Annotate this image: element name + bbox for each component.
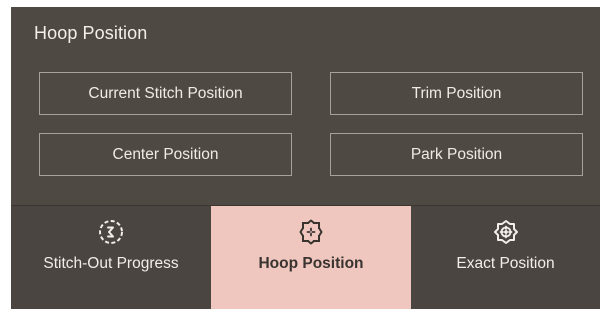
hoop-position-panel: Hoop Position Current Stitch Position Tr… xyxy=(11,7,600,309)
current-stitch-position-button[interactable]: Current Stitch Position xyxy=(39,72,292,115)
tab-label: Exact Position xyxy=(456,255,555,272)
tab-hoop-position[interactable]: Hoop Position xyxy=(211,206,411,309)
exact-position-icon xyxy=(493,220,518,244)
tab-stitch-out-progress[interactable]: Stitch-Out Progress xyxy=(11,206,211,309)
panel-title: Hoop Position xyxy=(34,23,148,43)
bottom-tab-bar: Stitch-Out Progress Hoop Position Exact … xyxy=(11,205,600,309)
trim-position-button[interactable]: Trim Position xyxy=(330,72,583,115)
center-position-button[interactable]: Center Position xyxy=(39,133,292,176)
tab-label: Stitch-Out Progress xyxy=(43,255,179,272)
hoop-position-icon xyxy=(299,219,323,245)
position-button-grid: Current Stitch Position Trim Position Ce… xyxy=(39,72,585,178)
park-position-button[interactable]: Park Position xyxy=(330,133,583,176)
tab-exact-position[interactable]: Exact Position xyxy=(411,206,600,309)
tab-label: Hoop Position xyxy=(258,255,364,272)
stitch-out-progress-icon xyxy=(99,220,123,244)
